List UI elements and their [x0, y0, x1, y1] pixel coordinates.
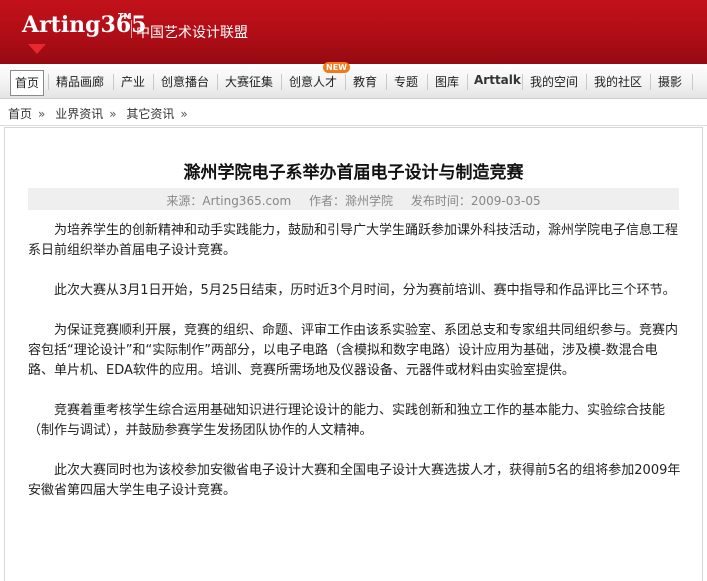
nav-item-industry[interactable]: 产业: [121, 73, 145, 90]
article-paragraph: 此次大赛同时也为该校参加安徽省电子设计大赛和全国电子设计大赛选拔人才，获得前5名…: [28, 463, 681, 498]
nav-separator: [692, 74, 693, 90]
logo-trademark: TM: [118, 12, 132, 21]
article-paragraph: 为培养学生的创新精神和动手实践能力，鼓励和引导广大学生踊跃参加课外科技活动，滁州…: [28, 223, 679, 258]
nav-separator: [586, 74, 587, 90]
article-date: 发布时间：2009-03-05: [410, 194, 541, 208]
logo-divider: [131, 20, 132, 38]
new-badge: NEW: [323, 62, 350, 73]
nav-item-creative-stage[interactable]: 创意播台: [161, 73, 209, 90]
article-title: 滁州学院电子系举办首届电子设计与制造竞赛: [183, 163, 524, 183]
nav-separator: [113, 74, 114, 90]
nav-item-photography[interactable]: 摄影: [658, 73, 682, 90]
nav-separator: [281, 74, 282, 90]
breadcrumb-industry-news[interactable]: 业界资讯: [55, 107, 103, 121]
logo-subtitle: 中国艺术设计联盟: [136, 25, 248, 41]
main-nav: 首页 精品画廊 产业 创意播台 大赛征集 创意人才 教育 专题 图库 Artta…: [0, 64, 707, 99]
nav-item-gallery[interactable]: 精品画廊: [56, 73, 104, 90]
nav-separator: [650, 74, 651, 90]
nav-separator: [153, 74, 154, 90]
nav-separator: [467, 74, 468, 90]
article-source: 来源：Arting365.com: [166, 194, 292, 208]
site-header: Arting365 TM 中国艺术设计联盟: [0, 0, 707, 64]
breadcrumb-separator: »: [109, 107, 117, 121]
nav-item-talent[interactable]: 创意人才: [289, 73, 337, 90]
nav-item-images[interactable]: 图库: [435, 73, 459, 90]
article-body: 为培养学生的创新精神和动手实践能力，鼓励和引导广大学生踊跃参加课外科技活动，滁州…: [28, 221, 683, 521]
breadcrumb-divider: [0, 125, 707, 126]
nav-item-home[interactable]: 首页: [10, 70, 45, 96]
article-paragraph: 竞赛着重考核学生综合运用基础知识进行理论设计的能力、实践创新和独立工作的基本能力…: [28, 403, 666, 438]
nav-item-my-community[interactable]: 我的社区: [594, 73, 642, 90]
nav-separator: [427, 74, 428, 90]
nav-item-my-space[interactable]: 我的空间: [530, 73, 578, 90]
article-meta: 来源：Arting365.com 作者：滁州学院 发布时间：2009-03-05: [28, 192, 679, 209]
nav-item-topics[interactable]: 专题: [394, 73, 418, 90]
nav-separator: [345, 74, 346, 90]
nav-item-competitions[interactable]: 大赛征集: [225, 73, 273, 90]
nav-item-education[interactable]: 教育: [353, 73, 377, 90]
breadcrumb-separator: »: [180, 107, 188, 121]
breadcrumb-home[interactable]: 首页: [8, 107, 32, 121]
breadcrumb: 首页 » 业界资讯 » 其它资讯 »: [8, 105, 194, 122]
article-panel: 滁州学院电子系举办首届电子设计与制造竞赛 来源：Arting365.com 作者…: [4, 127, 703, 581]
nav-separator: [522, 74, 523, 90]
nav-separator: [48, 74, 49, 90]
active-nav-pointer-icon: [28, 44, 46, 54]
article-meta-bar: 来源：Arting365.com 作者：滁州学院 发布时间：2009-03-05: [28, 188, 679, 210]
nav-item-arttalk[interactable]: Arttalk: [474, 73, 521, 87]
nav-separator: [386, 74, 387, 90]
nav-separator: [217, 74, 218, 90]
breadcrumb-other-news[interactable]: 其它资讯: [126, 107, 174, 121]
article-paragraph: 此次大赛从3月1日开始，5月25日结束，历时近3个月时间，分为赛前培训、赛中指导…: [54, 283, 676, 298]
breadcrumb-separator: »: [38, 107, 46, 121]
article-paragraph: 为保证竞赛顺利开展，竞赛的组织、命题、评审工作由该系实验室、系团总支和专家组共同…: [28, 323, 679, 378]
article-author: 作者：滁州学院: [309, 194, 394, 208]
